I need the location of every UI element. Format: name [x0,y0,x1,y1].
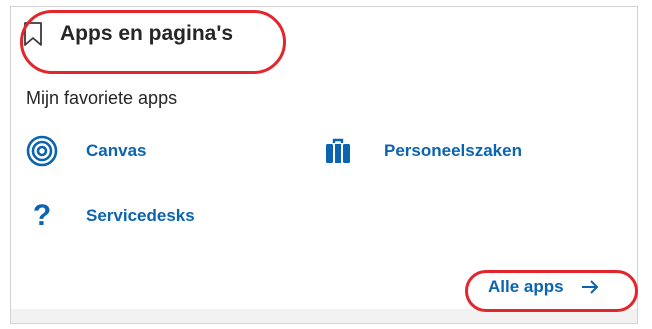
app-label-personeelszaken: Personeelszaken [384,141,522,160]
all-apps-link[interactable]: Alle apps [488,277,600,297]
target-icon [26,135,58,167]
bookmark-icon [22,21,44,47]
app-label-servicedesks: Servicedesks [86,206,195,225]
briefcase-icon [322,135,354,167]
card-footer-strip [11,309,637,323]
card-title: Apps en pagina's [60,22,234,45]
app-personeelszaken[interactable]: Personeelszaken [322,135,522,167]
app-canvas[interactable]: Canvas [26,135,146,167]
arrow-right-icon [580,279,600,295]
app-label-canvas: Canvas [86,141,147,160]
app-servicedesks[interactable]: ? Servicedesks [26,200,195,232]
favorites-heading: Mijn favoriete apps [26,88,178,108]
all-apps-label: Alle apps [488,277,564,296]
question-mark-icon: ? [32,199,52,232]
card-header: Apps en pagina's [22,21,233,47]
